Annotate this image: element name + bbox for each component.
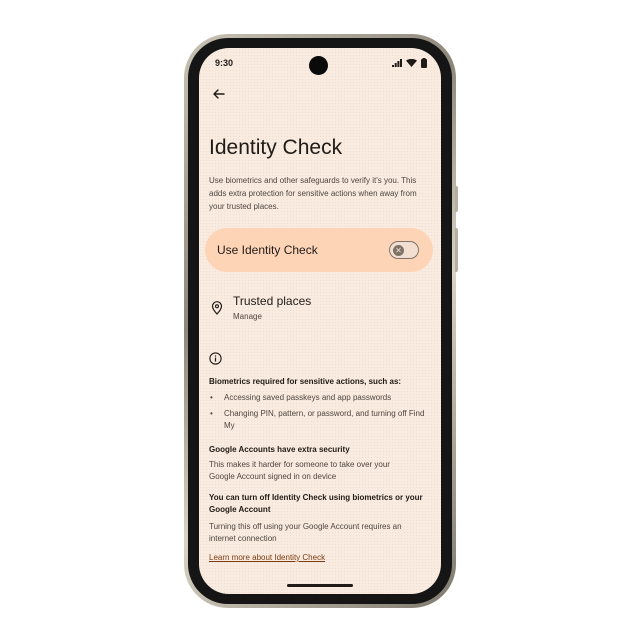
learn-more-link[interactable]: Learn more about Identity Check: [209, 553, 325, 562]
bullet-dot: •: [210, 393, 213, 402]
location-pin-icon: [211, 301, 223, 315]
volume-button: [455, 228, 458, 272]
switch-knob: ✕: [393, 244, 404, 256]
identity-check-toggle-label: Use Identity Check: [217, 243, 318, 257]
section-heading: Google Accounts have extra security: [209, 445, 350, 454]
identity-check-toggle-row[interactable]: Use Identity Check ✕: [205, 228, 433, 272]
close-icon: ✕: [395, 245, 402, 255]
page-title: Identity Check: [209, 136, 343, 159]
page-description: Use biometrics and other safeguards to v…: [209, 176, 417, 211]
gesture-nav-bar[interactable]: [287, 584, 353, 587]
biometrics-heading: Biometrics required for sensitive action…: [209, 377, 402, 386]
phone-screen: 9:30 Identity Check Use biometrics and o…: [199, 48, 441, 594]
trusted-places-title[interactable]: Trusted places: [233, 294, 311, 308]
info-icon: [209, 352, 222, 365]
power-button: [455, 186, 458, 212]
bullet-dot: •: [210, 409, 213, 418]
identity-check-switch[interactable]: ✕: [389, 241, 419, 259]
section-body: This makes it harder for someone to take…: [209, 460, 390, 481]
back-arrow-icon[interactable]: [209, 84, 229, 104]
battery-icon: [421, 58, 427, 68]
status-time: 9:30: [215, 58, 234, 68]
trusted-places-manage[interactable]: Manage: [233, 312, 262, 321]
signal-icon: [392, 59, 402, 67]
list-item: Accessing saved passkeys and app passwor…: [224, 393, 392, 402]
list-item: Changing PIN, pattern, or password, and …: [224, 409, 425, 430]
wifi-icon: [406, 59, 417, 67]
status-icons: [392, 58, 427, 68]
front-camera: [309, 56, 328, 75]
section-body: Turning this off using your Google Accou…: [209, 522, 402, 543]
section-heading: You can turn off Identity Check using bi…: [209, 493, 423, 514]
